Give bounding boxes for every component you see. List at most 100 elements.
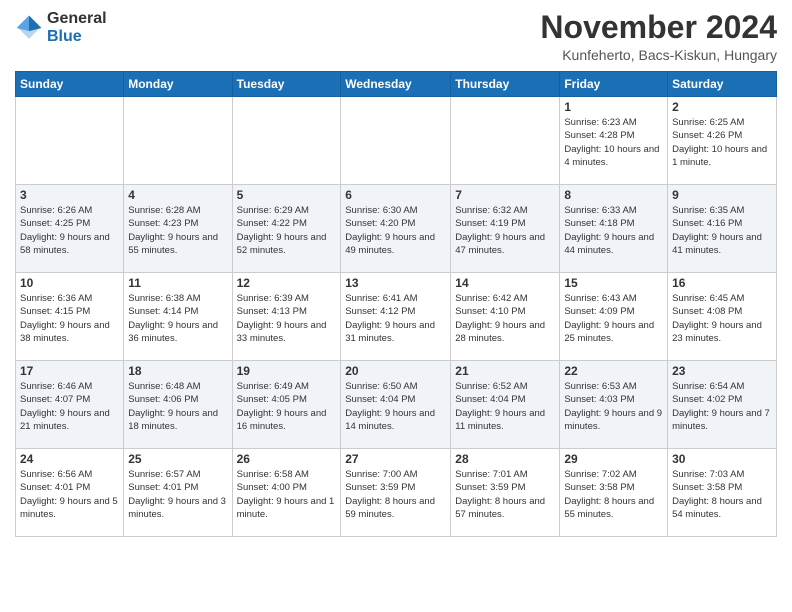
calendar-cell: 8Sunrise: 6:33 AM Sunset: 4:18 PM Daylig… bbox=[560, 185, 668, 273]
day-info: Sunrise: 6:56 AM Sunset: 4:01 PM Dayligh… bbox=[20, 468, 119, 521]
weekday-friday: Friday bbox=[560, 72, 668, 97]
weekday-tuesday: Tuesday bbox=[232, 72, 341, 97]
day-info: Sunrise: 6:25 AM Sunset: 4:26 PM Dayligh… bbox=[672, 116, 772, 169]
calendar-cell: 22 Sunrise: 6:53 AM Sunset: 4:03 PM Dayli… bbox=[560, 361, 668, 449]
weekday-thursday: Thursday bbox=[451, 72, 560, 97]
calendar-cell: 10Sunrise: 6:36 AM Sunset: 4:15 PM Dayli… bbox=[16, 273, 124, 361]
day-info: Sunrise: 6:52 AM Sunset: 4:04 PM Dayligh… bbox=[455, 380, 555, 433]
day-number: 5 bbox=[237, 188, 337, 202]
day-info: Sunrise: 6:39 AM Sunset: 4:13 PM Dayligh… bbox=[237, 292, 337, 345]
calendar-cell bbox=[341, 97, 451, 185]
logo: General Blue bbox=[15, 10, 107, 46]
calendar-week-2: 3 Sunrise: 6:26 AM Sunset: 4:25 PM Daylig… bbox=[16, 185, 777, 273]
day-info: Sunrise: 6:49 AM Sunset: 4:05 PM Dayligh… bbox=[237, 380, 337, 433]
calendar-cell: 23 Sunrise: 6:54 AM Sunset: 4:02 PM Dayli… bbox=[668, 361, 777, 449]
day-info: Sunrise: 6:42 AM Sunset: 4:10 PM Dayligh… bbox=[455, 292, 555, 345]
day-info: Sunrise: 6:32 AM Sunset: 4:19 PM Dayligh… bbox=[455, 204, 555, 257]
day-number: 3 bbox=[20, 188, 119, 202]
calendar-week-5: 24 Sunrise: 6:56 AM Sunset: 4:01 PM Dayli… bbox=[16, 449, 777, 537]
day-info: Sunrise: 6:29 AM Sunset: 4:22 PM Dayligh… bbox=[237, 204, 337, 257]
month-title: November 2024 bbox=[540, 10, 777, 45]
calendar-cell: 7 Sunrise: 6:32 AM Sunset: 4:19 PM Daylig… bbox=[451, 185, 560, 273]
weekday-header-row: SundayMondayTuesdayWednesdayThursdayFrid… bbox=[16, 72, 777, 97]
calendar-cell: 28Sunrise: 7:01 AM Sunset: 3:59 PM Dayli… bbox=[451, 449, 560, 537]
calendar-cell: 17Sunrise: 6:46 AM Sunset: 4:07 PM Dayli… bbox=[16, 361, 124, 449]
calendar-cell: 19 Sunrise: 6:49 AM Sunset: 4:05 PM Dayli… bbox=[232, 361, 341, 449]
calendar-table: SundayMondayTuesdayWednesdayThursdayFrid… bbox=[15, 71, 777, 537]
day-number: 30 bbox=[672, 452, 772, 466]
calendar-cell: 15 Sunrise: 6:43 AM Sunset: 4:09 PM Dayli… bbox=[560, 273, 668, 361]
day-info: Sunrise: 6:54 AM Sunset: 4:02 PM Dayligh… bbox=[672, 380, 772, 433]
day-number: 1 bbox=[564, 100, 663, 114]
day-number: 14 bbox=[455, 276, 555, 290]
day-info: Sunrise: 6:58 AM Sunset: 4:00 PM Dayligh… bbox=[237, 468, 337, 521]
day-info: Sunrise: 6:23 AM Sunset: 4:28 PM Dayligh… bbox=[564, 116, 663, 169]
calendar-cell: 29 Sunrise: 7:02 AM Sunset: 3:58 PM Dayli… bbox=[560, 449, 668, 537]
calendar-cell: 3 Sunrise: 6:26 AM Sunset: 4:25 PM Daylig… bbox=[16, 185, 124, 273]
day-number: 17 bbox=[20, 364, 119, 378]
day-info: Sunrise: 7:02 AM Sunset: 3:58 PM Dayligh… bbox=[564, 468, 663, 521]
day-info: Sunrise: 6:28 AM Sunset: 4:23 PM Dayligh… bbox=[128, 204, 227, 257]
location: Kunfeherto, Bacs-Kiskun, Hungary bbox=[540, 47, 777, 63]
calendar-cell: 1 Sunrise: 6:23 AM Sunset: 4:28 PM Daylig… bbox=[560, 97, 668, 185]
calendar-cell bbox=[232, 97, 341, 185]
calendar-cell: 26Sunrise: 6:58 AM Sunset: 4:00 PM Dayli… bbox=[232, 449, 341, 537]
day-info: Sunrise: 6:50 AM Sunset: 4:04 PM Dayligh… bbox=[345, 380, 446, 433]
weekday-sunday: Sunday bbox=[16, 72, 124, 97]
day-number: 11 bbox=[128, 276, 227, 290]
day-number: 7 bbox=[455, 188, 555, 202]
calendar-week-3: 10Sunrise: 6:36 AM Sunset: 4:15 PM Dayli… bbox=[16, 273, 777, 361]
day-number: 23 bbox=[672, 364, 772, 378]
calendar-cell bbox=[124, 97, 232, 185]
calendar-cell: 12 Sunrise: 6:39 AM Sunset: 4:13 PM Dayli… bbox=[232, 273, 341, 361]
day-number: 12 bbox=[237, 276, 337, 290]
calendar-cell: 21 Sunrise: 6:52 AM Sunset: 4:04 PM Dayli… bbox=[451, 361, 560, 449]
day-number: 16 bbox=[672, 276, 772, 290]
day-number: 8 bbox=[564, 188, 663, 202]
day-info: Sunrise: 6:48 AM Sunset: 4:06 PM Dayligh… bbox=[128, 380, 227, 433]
day-info: Sunrise: 7:00 AM Sunset: 3:59 PM Dayligh… bbox=[345, 468, 446, 521]
day-number: 10 bbox=[20, 276, 119, 290]
day-info: Sunrise: 6:43 AM Sunset: 4:09 PM Dayligh… bbox=[564, 292, 663, 345]
day-number: 19 bbox=[237, 364, 337, 378]
calendar-cell: 2Sunrise: 6:25 AM Sunset: 4:26 PM Daylig… bbox=[668, 97, 777, 185]
day-number: 25 bbox=[128, 452, 227, 466]
weekday-wednesday: Wednesday bbox=[341, 72, 451, 97]
day-number: 20 bbox=[345, 364, 446, 378]
calendar-cell: 18Sunrise: 6:48 AM Sunset: 4:06 PM Dayli… bbox=[124, 361, 232, 449]
calendar-cell: 11 Sunrise: 6:38 AM Sunset: 4:14 PM Dayli… bbox=[124, 273, 232, 361]
day-number: 9 bbox=[672, 188, 772, 202]
day-number: 27 bbox=[345, 452, 446, 466]
calendar-cell: 4Sunrise: 6:28 AM Sunset: 4:23 PM Daylig… bbox=[124, 185, 232, 273]
calendar-cell: 24 Sunrise: 6:56 AM Sunset: 4:01 PM Dayli… bbox=[16, 449, 124, 537]
calendar-cell: 16Sunrise: 6:45 AM Sunset: 4:08 PM Dayli… bbox=[668, 273, 777, 361]
day-info: Sunrise: 6:35 AM Sunset: 4:16 PM Dayligh… bbox=[672, 204, 772, 257]
calendar-cell: 9 Sunrise: 6:35 AM Sunset: 4:16 PM Daylig… bbox=[668, 185, 777, 273]
day-number: 6 bbox=[345, 188, 446, 202]
logo-text: General Blue bbox=[47, 10, 107, 46]
day-number: 21 bbox=[455, 364, 555, 378]
calendar-cell: 30 Sunrise: 7:03 AM Sunset: 3:58 PM Dayli… bbox=[668, 449, 777, 537]
day-info: Sunrise: 6:26 AM Sunset: 4:25 PM Dayligh… bbox=[20, 204, 119, 257]
day-info: Sunrise: 6:57 AM Sunset: 4:01 PM Dayligh… bbox=[128, 468, 227, 521]
day-info: Sunrise: 6:53 AM Sunset: 4:03 PM Dayligh… bbox=[564, 380, 663, 433]
day-info: Sunrise: 6:30 AM Sunset: 4:20 PM Dayligh… bbox=[345, 204, 446, 257]
calendar-cell: 5 Sunrise: 6:29 AM Sunset: 4:22 PM Daylig… bbox=[232, 185, 341, 273]
day-number: 24 bbox=[20, 452, 119, 466]
logo-icon bbox=[15, 14, 43, 42]
calendar-cell: 20 Sunrise: 6:50 AM Sunset: 4:04 PM Dayli… bbox=[341, 361, 451, 449]
calendar-week-4: 17Sunrise: 6:46 AM Sunset: 4:07 PM Dayli… bbox=[16, 361, 777, 449]
logo-blue: Blue bbox=[47, 28, 82, 45]
calendar-cell: 27 Sunrise: 7:00 AM Sunset: 3:59 PM Dayli… bbox=[341, 449, 451, 537]
calendar-cell: 25 Sunrise: 6:57 AM Sunset: 4:01 PM Dayli… bbox=[124, 449, 232, 537]
day-number: 22 bbox=[564, 364, 663, 378]
day-number: 29 bbox=[564, 452, 663, 466]
day-info: Sunrise: 6:38 AM Sunset: 4:14 PM Dayligh… bbox=[128, 292, 227, 345]
day-info: Sunrise: 7:03 AM Sunset: 3:58 PM Dayligh… bbox=[672, 468, 772, 521]
day-number: 15 bbox=[564, 276, 663, 290]
page-container: General Blue November 2024 Kunfeherto, B… bbox=[0, 0, 792, 612]
calendar-cell bbox=[16, 97, 124, 185]
weekday-saturday: Saturday bbox=[668, 72, 777, 97]
calendar-cell: 14 Sunrise: 6:42 AM Sunset: 4:10 PM Dayli… bbox=[451, 273, 560, 361]
day-info: Sunrise: 7:01 AM Sunset: 3:59 PM Dayligh… bbox=[455, 468, 555, 521]
